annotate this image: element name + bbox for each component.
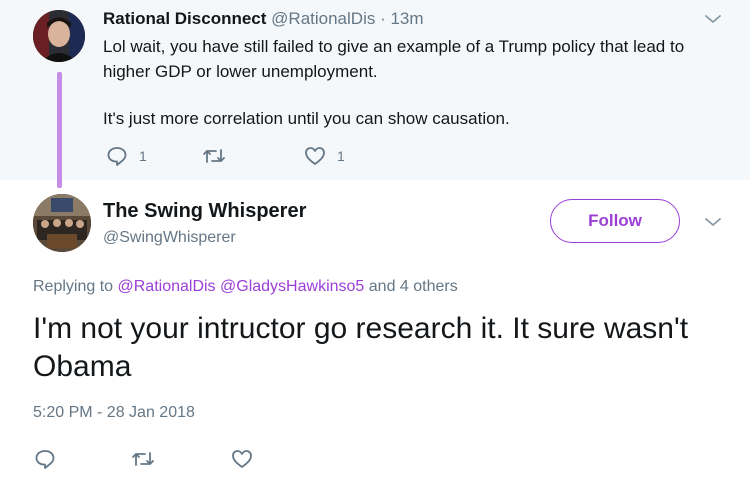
- handle[interactable]: @SwingWhisperer: [103, 228, 236, 248]
- retweet-icon: [201, 144, 227, 168]
- mention-link[interactable]: @GladysHawkinso5: [220, 278, 364, 295]
- follow-button[interactable]: Follow: [550, 199, 680, 243]
- reply-icon: [105, 144, 129, 168]
- others-link[interactable]: and 4 others: [369, 278, 458, 295]
- tweet-text: I'm not your intructor go research it. I…: [33, 312, 689, 383]
- mention-link[interactable]: @RationalDis: [118, 278, 216, 295]
- parent-tweet[interactable]: Rational Disconnect @RationalDis · 13m L…: [0, 0, 750, 188]
- replying-to: Replying to @RationalDis @GladysHawkinso…: [33, 277, 458, 297]
- display-name[interactable]: Rational Disconnect: [103, 9, 266, 28]
- like-button[interactable]: 1: [303, 143, 345, 169]
- avatar[interactable]: [33, 10, 85, 62]
- tweet-text: It's just more correlation until you can…: [103, 109, 510, 128]
- like-count: 1: [337, 148, 345, 164]
- tweet-text: Lol wait, you have still failed to give …: [103, 37, 685, 81]
- reply-count: 1: [139, 148, 147, 164]
- replying-prefix: Replying to: [33, 278, 114, 295]
- display-name[interactable]: The Swing Whisperer: [103, 198, 306, 224]
- like-button[interactable]: [230, 446, 254, 472]
- like-icon: [230, 447, 254, 471]
- reply-icon: [33, 447, 57, 471]
- like-icon: [303, 144, 327, 168]
- reply-button[interactable]: 1: [105, 143, 147, 169]
- parent-tweet-header: Rational Disconnect @RationalDis · 13m: [103, 8, 424, 30]
- chevron-down-icon[interactable]: [703, 215, 723, 229]
- handle[interactable]: @RationalDis: [271, 9, 375, 28]
- reply-button[interactable]: [33, 446, 57, 472]
- retweet-icon: [130, 447, 156, 471]
- retweet-button[interactable]: [201, 143, 227, 169]
- chevron-down-icon[interactable]: [703, 12, 723, 26]
- timestamp[interactable]: 5:20 PM - 28 Jan 2018: [33, 403, 195, 423]
- retweet-button[interactable]: [130, 446, 156, 472]
- avatar[interactable]: [33, 194, 91, 252]
- thread-line: [57, 72, 62, 188]
- timestamp[interactable]: · 13m: [380, 9, 423, 28]
